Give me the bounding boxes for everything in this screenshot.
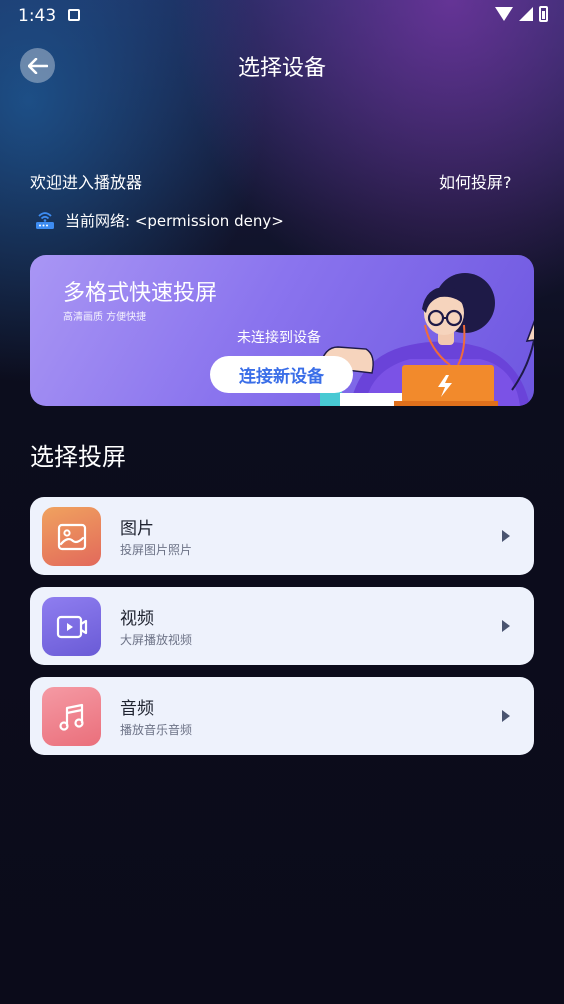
cast-option-video[interactable]: 视频 大屏播放视频 xyxy=(30,587,534,665)
chevron-right-icon xyxy=(502,620,510,632)
welcome-text: 欢迎进入播放器 xyxy=(30,173,143,192)
notification-icon xyxy=(68,9,80,21)
banner-title: 多格式快速投屏 xyxy=(63,281,218,306)
banner-subtitle: 高清画质 方便快捷 xyxy=(63,312,147,323)
image-icon-tile xyxy=(42,507,101,566)
chevron-right-icon xyxy=(502,530,510,542)
image-icon xyxy=(57,523,86,550)
network-info: 当前网络: <permission deny> xyxy=(34,210,284,231)
signal-icon xyxy=(519,7,533,21)
status-time: 1:43 xyxy=(18,6,57,26)
chevron-right-icon xyxy=(502,710,510,722)
card-title: 视频 xyxy=(120,609,154,629)
how-to-cast-link[interactable]: 如何投屏? xyxy=(439,169,512,193)
status-icons xyxy=(495,6,548,22)
card-title: 音频 xyxy=(120,699,154,719)
cast-option-image[interactable]: 图片 投屏图片照片 xyxy=(30,497,534,575)
section-title: 选择投屏 xyxy=(30,443,126,471)
card-title: 图片 xyxy=(120,519,154,539)
page-title: 选择设备 xyxy=(237,56,326,81)
battery-icon xyxy=(539,6,548,22)
status-bar: 1:43 xyxy=(0,0,564,32)
connection-status: 未连接到设备 xyxy=(237,330,321,346)
connect-new-device-button[interactable]: 连接新设备 xyxy=(210,356,353,393)
cast-banner: 多格式快速投屏 高清画质 方便快捷 未连接到设备 连接新设备 xyxy=(30,255,534,406)
music-icon xyxy=(58,703,84,731)
card-subtitle: 播放音乐音频 xyxy=(120,723,193,737)
router-icon xyxy=(36,211,54,229)
music-icon-tile xyxy=(42,687,101,746)
video-icon-tile xyxy=(42,597,101,656)
cast-option-audio[interactable]: 音频 播放音乐音频 xyxy=(30,677,534,755)
wifi-icon xyxy=(495,7,513,21)
video-icon xyxy=(56,615,87,638)
network-label: 当前网络: <permission deny> xyxy=(65,212,284,230)
card-subtitle: 大屏播放视频 xyxy=(120,633,193,647)
card-subtitle: 投屏图片照片 xyxy=(120,543,193,557)
